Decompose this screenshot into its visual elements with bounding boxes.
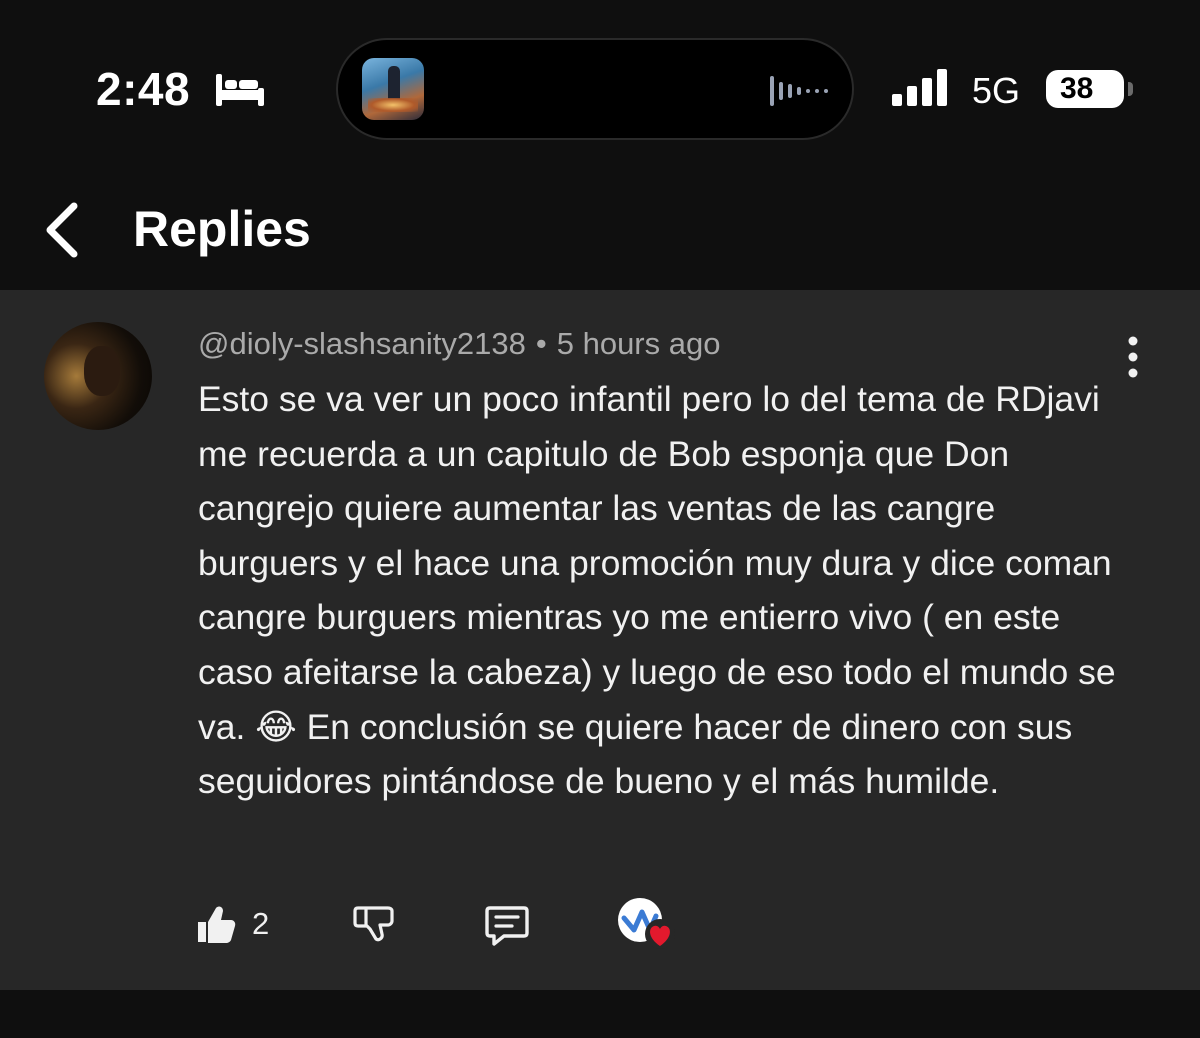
dynamic-island[interactable] — [336, 38, 854, 140]
avatar[interactable] — [44, 322, 152, 430]
artwork-blast — [368, 98, 418, 112]
comment-meta: @dioly-slashsanity2138 • 5 hours ago — [198, 326, 720, 362]
comment-text: Esto se va ver un poco infantil pero lo … — [198, 379, 1116, 802]
thumbs-down-icon[interactable] — [352, 902, 396, 946]
battery-tip — [1128, 82, 1133, 96]
creator-heart-icon[interactable] — [616, 896, 678, 954]
status-bar: 2:48 5G 38 — [0, 0, 1200, 170]
clock-time: 2:48 — [96, 63, 191, 115]
network-type: 5G — [972, 70, 1021, 111]
chevron-left-icon[interactable] — [40, 200, 88, 260]
comment-time: 5 hours ago — [556, 326, 721, 361]
thumbs-up-icon[interactable] — [194, 902, 238, 946]
now-playing-artwork[interactable] — [362, 58, 424, 120]
comment-author[interactable]: @dioly-slashsanity2138 — [198, 326, 526, 361]
page-title: Replies — [133, 201, 311, 257]
signal-bars-icon — [892, 69, 947, 106]
battery-indicator: 38 — [1046, 70, 1136, 108]
bottom-area — [0, 990, 1200, 1038]
meta-separator: • — [535, 326, 547, 361]
comment-card: @dioly-slashsanity2138 • 5 hours ago Esto … — [0, 290, 1200, 990]
reply-icon[interactable] — [484, 902, 530, 948]
avatar-face — [84, 346, 120, 396]
bed-icon — [216, 74, 264, 106]
like-count: 2 — [252, 906, 270, 941]
audio-waveform-icon — [770, 76, 828, 106]
replies-header: Replies — [0, 170, 1200, 290]
